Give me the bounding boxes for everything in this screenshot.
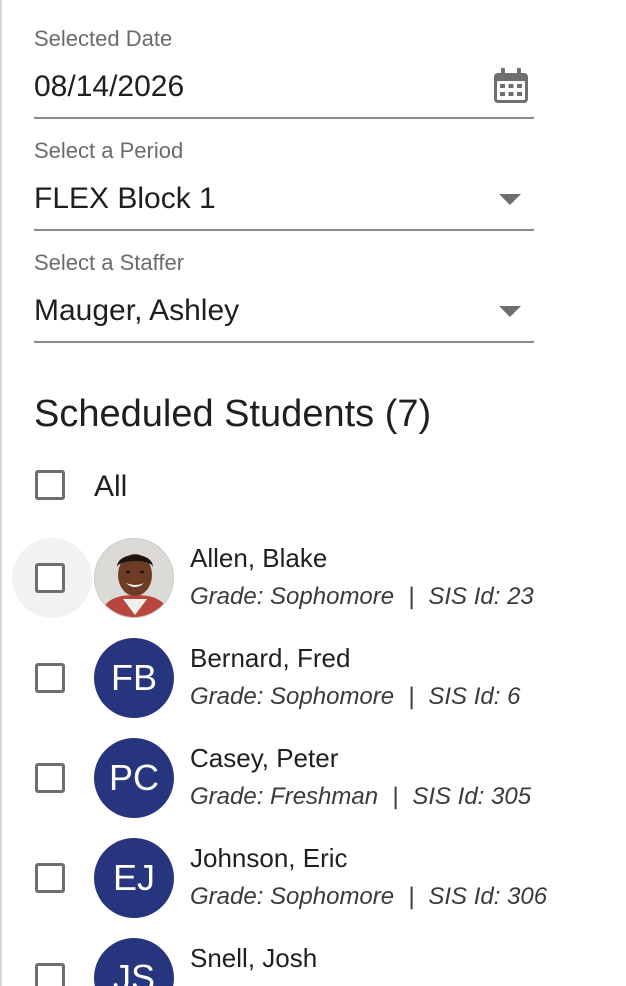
staffer-label: Select a Staffer xyxy=(34,250,185,275)
select-all-checkbox[interactable] xyxy=(35,470,65,500)
student-checkbox[interactable] xyxy=(35,663,65,693)
student-name: Allen, Blake xyxy=(190,543,328,573)
student-grade: Grade: Sophomore xyxy=(190,683,395,710)
avatar xyxy=(94,538,174,618)
student-checkbox[interactable] xyxy=(35,963,65,986)
period-value[interactable]: FLEX Block 1 xyxy=(34,180,534,229)
staffer-value[interactable]: Mauger, Ashley xyxy=(34,292,534,341)
student-checkbox[interactable] xyxy=(35,563,65,593)
student-row[interactable]: EJ Johnson, Eric Grade: Sophomore | SIS Id… xyxy=(0,820,626,920)
selected-date-field[interactable]: Selected Date 08/14/2026 xyxy=(34,26,534,119)
student-checkbox[interactable] xyxy=(35,763,65,793)
avatar: FB xyxy=(94,638,174,718)
calendar-icon[interactable] xyxy=(492,67,530,105)
student-grade: Grade: Freshman xyxy=(190,783,379,810)
student-name: Johnson, Eric xyxy=(190,843,348,873)
scheduled-students-heading: Scheduled Students (7) xyxy=(34,393,432,435)
student-row[interactable]: JS Snell, Josh xyxy=(0,920,626,986)
meta-separator: | xyxy=(392,783,399,810)
dropdown-caret-icon[interactable] xyxy=(499,306,521,317)
student-grade: Grade: Sophomore xyxy=(190,883,395,910)
period-label: Select a Period xyxy=(34,138,184,163)
student-photo-icon xyxy=(95,539,173,617)
student-meta: Grade: Sophomore | SIS Id: 306 xyxy=(190,882,547,912)
student-meta: Grade: Freshman | SIS Id: 305 xyxy=(190,782,531,812)
selected-date-label: Selected Date xyxy=(34,26,173,51)
student-row[interactable]: PC Casey, Peter Grade: Freshman | SIS Id: … xyxy=(0,720,626,820)
select-all-label[interactable]: All xyxy=(94,468,127,506)
student-name: Bernard, Fred xyxy=(190,643,351,673)
student-sis-id: SIS Id: 306 xyxy=(428,883,548,910)
meta-separator: | xyxy=(408,583,415,610)
student-meta: Grade: Sophomore | SIS Id: 6 xyxy=(190,682,520,712)
meta-separator: | xyxy=(408,683,415,710)
student-grade: Grade: Sophomore xyxy=(190,583,395,610)
student-name: Casey, Peter xyxy=(190,743,339,773)
student-meta: Grade: Sophomore | SIS Id: 23 xyxy=(190,582,534,612)
student-sis-id: SIS Id: 305 xyxy=(412,783,532,810)
student-row[interactable]: Allen, Blake Grade: Sophomore | SIS Id: 23 xyxy=(0,520,626,620)
period-select[interactable]: Select a Period FLEX Block 1 xyxy=(34,138,534,231)
student-sis-id: SIS Id: 23 xyxy=(428,583,534,610)
selected-date-value[interactable]: 08/14/2026 xyxy=(34,68,534,117)
student-sis-id: SIS Id: 6 xyxy=(428,683,521,710)
meta-separator: | xyxy=(408,883,415,910)
student-checkbox[interactable] xyxy=(35,863,65,893)
student-row[interactable]: FB Bernard, Fred Grade: Sophomore | SIS Id… xyxy=(0,620,626,720)
student-name: Snell, Josh xyxy=(190,943,318,973)
staffer-select[interactable]: Select a Staffer Mauger, Ashley xyxy=(34,250,534,343)
dropdown-caret-icon[interactable] xyxy=(499,194,521,205)
avatar: PC xyxy=(94,738,174,818)
avatar: JS xyxy=(94,938,174,986)
avatar: EJ xyxy=(94,838,174,918)
